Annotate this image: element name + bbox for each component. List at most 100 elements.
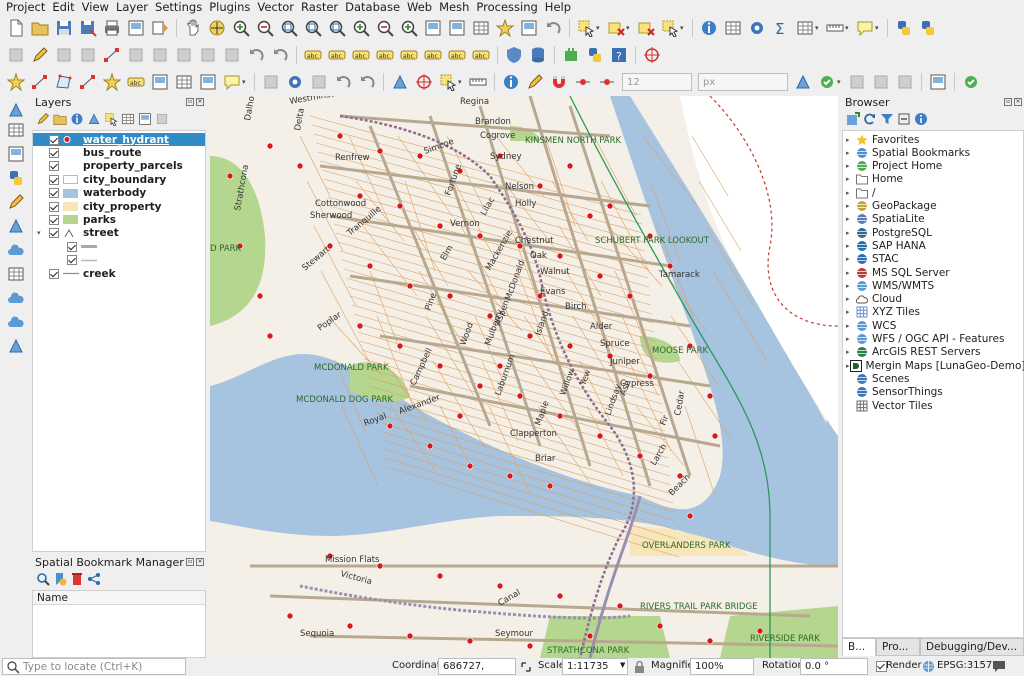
python-icon[interactable] [585, 45, 605, 65]
digitizing-mode-icon[interactable] [6, 45, 26, 65]
georeferencer-icon[interactable] [222, 72, 242, 92]
toggle-extents-icon[interactable] [520, 661, 532, 673]
browser-item[interactable]: ▸ PostgreSQL [843, 226, 1023, 239]
chevron-down-icon[interactable]: ▼ [620, 661, 625, 669]
add-icon[interactable] [309, 72, 329, 92]
rotate-label-icon[interactable]: abc [126, 72, 146, 92]
filter-icon[interactable] [880, 112, 894, 126]
add-virtual-layer-icon[interactable] [6, 216, 26, 236]
gear-icon[interactable] [285, 72, 305, 92]
chevron-down-icon[interactable]: ▾ [815, 24, 821, 32]
expand-arrow-icon[interactable]: ▸ [846, 308, 856, 316]
browser-item[interactable]: ▸ GeoPackage [843, 200, 1023, 213]
browser-tab-1[interactable]: Pro... [876, 638, 920, 656]
browser-tree[interactable]: ▸ Favorites ▸ Spatial Bookmarks ▸ Project Hom… [842, 130, 1024, 638]
add-group-icon[interactable] [53, 112, 67, 126]
add-arcgis-layer-icon[interactable] [6, 336, 26, 356]
bookmark-new-icon[interactable] [495, 18, 515, 38]
snap-tracing-icon[interactable] [817, 72, 837, 92]
help-icon[interactable]: ? [609, 45, 629, 65]
field-calculator-icon[interactable] [747, 18, 767, 38]
expand-arrow-icon[interactable]: ▸ [846, 202, 856, 210]
browser-item[interactable]: ▸ XYZ Tiles [843, 306, 1023, 319]
browser-item[interactable]: ▸ Cloud [843, 293, 1023, 306]
offset-icon[interactable] [438, 72, 458, 92]
add-delimited-text-icon[interactable] [6, 168, 26, 188]
menu-layer[interactable]: Layer [114, 0, 153, 15]
digitize-vertex-icon[interactable] [102, 45, 122, 65]
layer-row-street-rule-1[interactable] [33, 240, 205, 253]
layer-visibility-checkbox[interactable] [49, 228, 59, 239]
cut-features-icon[interactable] [174, 45, 194, 65]
expand-arrow-icon[interactable]: ▸ [846, 322, 856, 330]
menu-help[interactable]: Help [543, 0, 576, 15]
magnet-icon[interactable] [549, 72, 569, 92]
save-as-icon[interactable] [78, 18, 98, 38]
database-icon[interactable] [528, 45, 548, 65]
float-icon[interactable]: ▫ [186, 558, 194, 566]
python-console-icon[interactable] [894, 18, 914, 38]
menu-view[interactable]: View [80, 0, 114, 15]
undo-icon[interactable] [246, 45, 266, 65]
label-tool-5-icon[interactable]: abc [399, 45, 419, 65]
messages-icon[interactable] [992, 660, 1006, 673]
browser-tab-2[interactable]: Debugging/Dev... [920, 638, 1024, 656]
add-selected-layers-icon[interactable] [846, 112, 860, 126]
delete-selected-icon[interactable] [150, 45, 170, 65]
save-edits-icon[interactable] [54, 45, 74, 65]
map-tips-icon[interactable] [855, 18, 875, 38]
layer-row-street[interactable]: ▾ street [33, 227, 205, 240]
deselect-icon[interactable] [636, 18, 656, 38]
browser-item[interactable]: ▸ Project Home [843, 160, 1023, 173]
chevron-down-icon[interactable]: ▾ [458, 78, 464, 86]
magnifier-spinbox[interactable]: 100% [690, 658, 754, 675]
expand-arrow-icon[interactable]: ▸ [846, 189, 856, 197]
close-icon[interactable]: × [1014, 98, 1022, 106]
layer-tree[interactable]: water_hydrant bus_route property_parcels ci… [32, 130, 206, 552]
layer-visibility-checkbox[interactable] [49, 134, 59, 145]
refresh-icon[interactable] [863, 112, 877, 126]
measure-line-icon[interactable] [468, 72, 488, 92]
expand-arrow-icon[interactable]: ▸ [846, 295, 856, 303]
layer-row-city_boundary[interactable]: city_boundary [33, 173, 205, 186]
expand-arrow-icon[interactable]: ▸ [846, 255, 856, 263]
menu-database[interactable]: Database [343, 0, 405, 15]
menu-project[interactable]: Project [4, 0, 50, 15]
browser-item[interactable]: Vector Tiles [843, 399, 1023, 412]
expand-arrow-icon[interactable]: ▸ [846, 149, 856, 157]
menu-vector[interactable]: Vector [255, 0, 299, 15]
layer-visibility-checkbox[interactable] [67, 255, 77, 266]
style-manager-icon[interactable] [150, 18, 170, 38]
browser-item[interactable]: ▸ Favorites [843, 133, 1023, 146]
bookmark-column-header[interactable]: Name [33, 591, 205, 605]
unit-combobox[interactable]: px [698, 73, 788, 91]
label-tool-6-icon[interactable]: abc [423, 45, 443, 65]
add-mesh-layer-icon[interactable] [6, 144, 26, 164]
pan-to-selection-icon[interactable] [207, 18, 227, 38]
add-feature-icon[interactable] [78, 45, 98, 65]
measure-icon[interactable] [825, 18, 845, 38]
statistics-icon[interactable]: Σ [771, 18, 791, 38]
float-icon[interactable]: ▫ [1004, 98, 1012, 106]
new-geometry-icon[interactable] [6, 72, 26, 92]
label-tool-7-icon[interactable]: abc [447, 45, 467, 65]
select-node-icon[interactable] [30, 72, 50, 92]
float-icon[interactable]: ▫ [186, 98, 194, 106]
add-vector-layer-icon[interactable] [6, 100, 26, 120]
bookmark-table[interactable]: Name [32, 590, 206, 658]
layout-manager-icon[interactable] [126, 18, 146, 38]
expand-arrow-icon[interactable]: ▸ [846, 282, 856, 290]
browser-tab-0[interactable]: B... [842, 638, 876, 656]
browser-item[interactable]: ▸ Spatial Bookmarks [843, 146, 1023, 159]
chevron-down-icon[interactable]: ▾ [596, 24, 602, 32]
expand-arrow-icon[interactable]: ▾ [37, 229, 45, 237]
open-table-icon[interactable] [795, 18, 815, 38]
expand-arrow-icon[interactable]: ▸ [846, 335, 856, 343]
manage-map-themes-icon[interactable] [70, 112, 84, 126]
layer-visibility-checkbox[interactable] [49, 174, 59, 185]
remove-layer-icon[interactable] [155, 112, 169, 126]
move-feature-icon[interactable] [126, 45, 146, 65]
menu-processing[interactable]: Processing [474, 0, 542, 15]
layer-row-property_parcels[interactable]: property_parcels [33, 160, 205, 173]
layer-row-waterbody[interactable]: waterbody [33, 187, 205, 200]
